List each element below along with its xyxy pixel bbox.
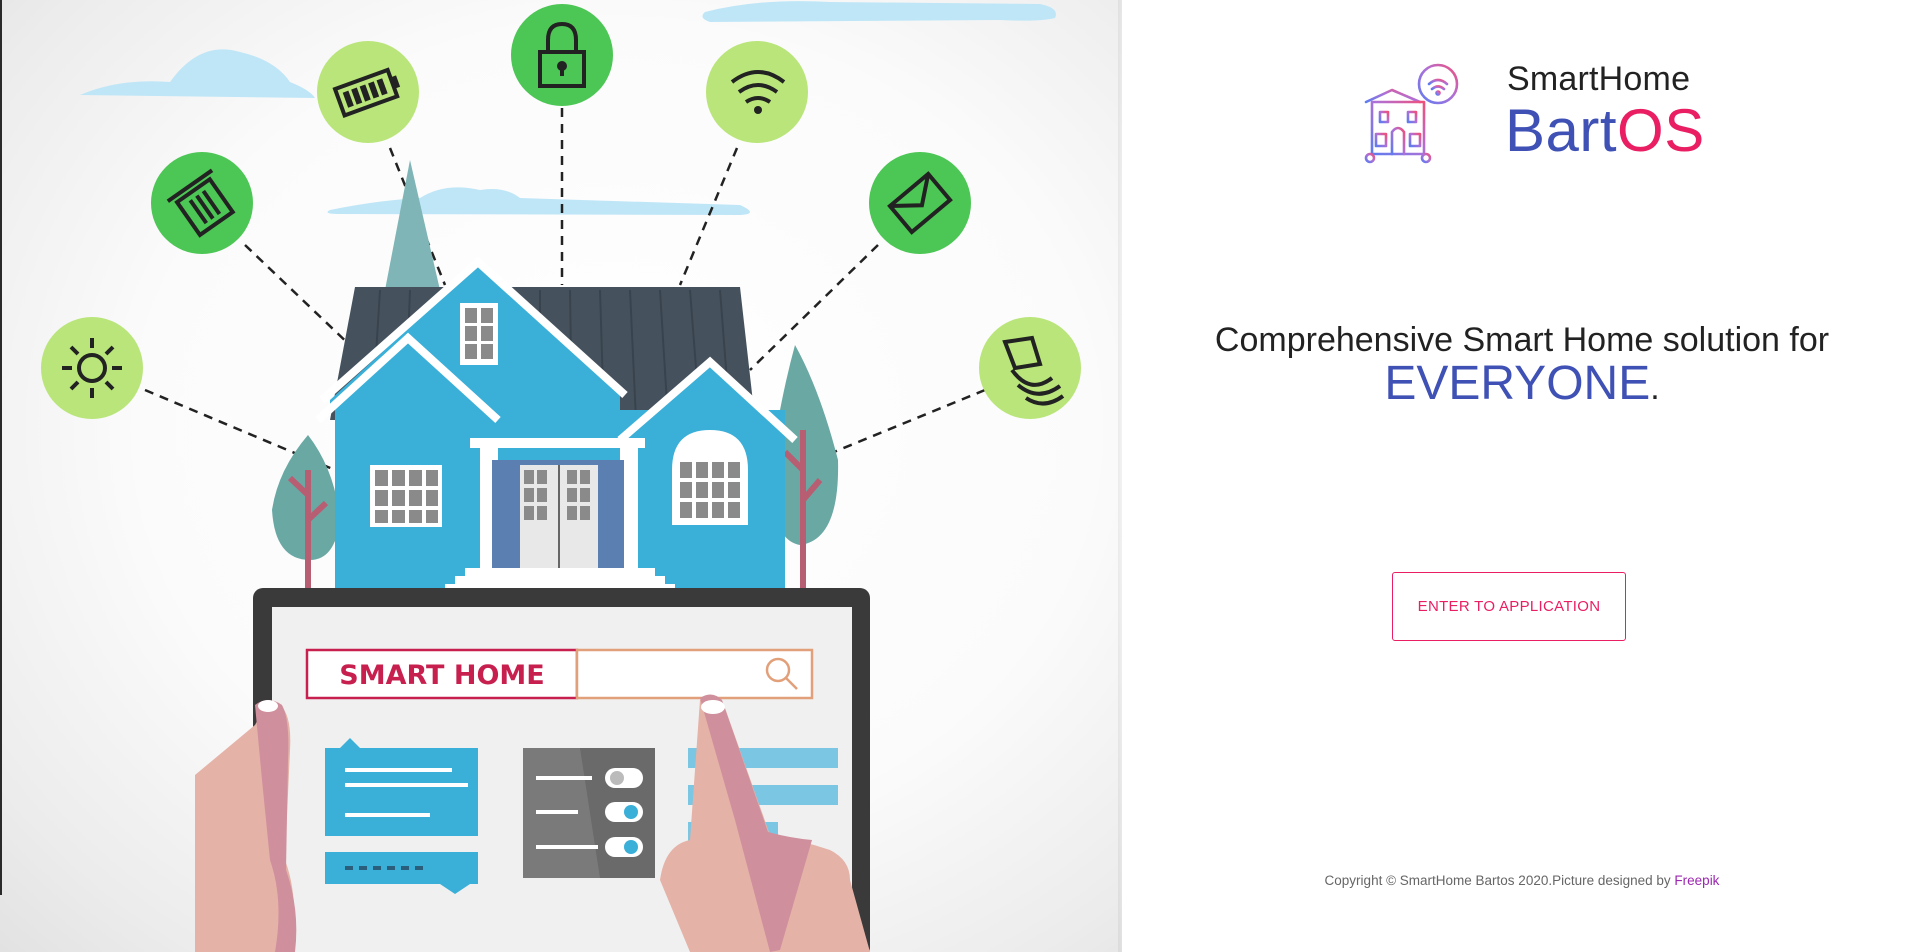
copyright-footer: Copyright © SmartHome Bartos 2020.Pictur… <box>1122 873 1922 888</box>
smarthome-logo <box>1364 63 1459 164</box>
sun-icon <box>41 317 143 419</box>
welcome-panel: SmartHome BartOS Comprehensive Smart Hom… <box>1122 0 1922 952</box>
tagline-period: . <box>1650 369 1660 407</box>
mail-icon <box>869 152 971 254</box>
brand-name: BartOS <box>1505 96 1705 166</box>
tagline: Comprehensive Smart Home solution for <box>1214 321 1830 359</box>
smart-home-illustration: SMART HOME <box>41 1 1081 952</box>
tagline-everyone: EVERYONE <box>1384 357 1651 410</box>
lock-icon <box>511 4 613 106</box>
brand-os: OS <box>1617 97 1705 164</box>
tagline-emphasis: EVERYONE. <box>1122 356 1922 411</box>
brand-bart: Bart <box>1505 97 1618 164</box>
screen-title: SMART HOME <box>339 660 544 691</box>
trash-icon <box>151 152 253 254</box>
hero-illustration: SMART HOME <box>0 0 1122 952</box>
alarm-icon <box>979 317 1081 419</box>
freepik-link[interactable]: Freepik <box>1674 873 1719 888</box>
brand-name-top: SmartHome <box>1507 60 1691 98</box>
enter-application-button[interactable]: ENTER TO APPLICATION <box>1392 572 1626 641</box>
battery-icon <box>317 41 419 143</box>
wifi-icon <box>706 41 808 143</box>
copyright-text: Copyright © SmartHome Bartos 2020.Pictur… <box>1324 873 1675 888</box>
